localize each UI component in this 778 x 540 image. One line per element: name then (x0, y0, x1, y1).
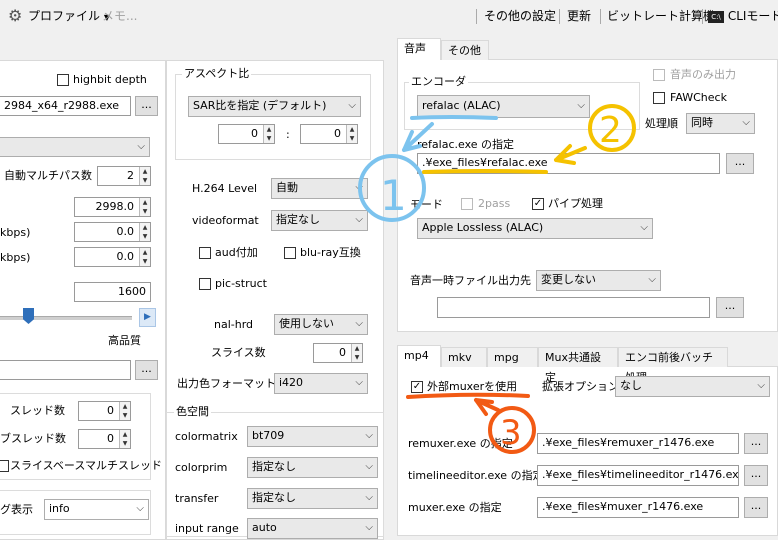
annotation-yellow-arrow (554, 144, 587, 165)
annotation-overlay: 1 2 3 (358, 104, 636, 454)
annotation-blue-underline (410, 115, 498, 120)
annotation-blue-number: 1 (380, 171, 407, 220)
annotation-orange-underline (406, 392, 530, 399)
annotation-orange-arrow (474, 398, 500, 416)
annotation-yellow-underline (422, 169, 548, 174)
annotation-yellow-number: 2 (599, 110, 622, 151)
annotation-orange-number: 3 (500, 413, 522, 453)
annotation-blue-arrow (402, 122, 434, 152)
